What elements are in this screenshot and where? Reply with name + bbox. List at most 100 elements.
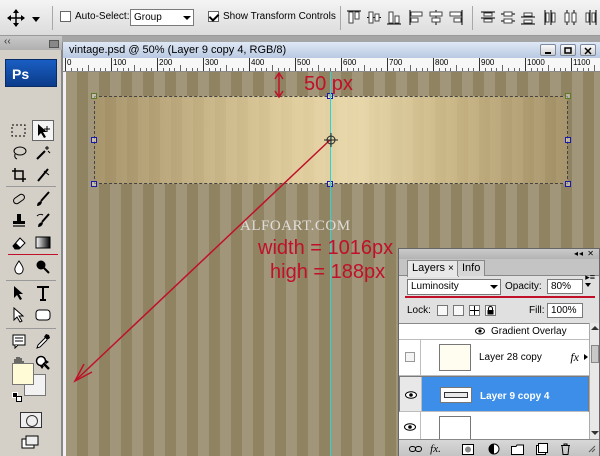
minimize-button[interactable] — [540, 44, 556, 56]
tools-panel-header[interactable] — [0, 36, 62, 50]
auto-select-mode-dropdown[interactable]: Group — [130, 9, 194, 26]
align-bottom-edges-button[interactable] — [386, 9, 402, 26]
ruler-minor-tick — [93, 68, 95, 71]
healing-brush-tool[interactable] — [8, 188, 30, 209]
auto-select-checkbox[interactable] — [60, 11, 71, 22]
transform-bounding-box[interactable] — [94, 96, 568, 184]
collapse-icon[interactable]: ◂◂ ✕ — [574, 249, 595, 258]
panel-menu-icon[interactable]: ▸≡ — [585, 272, 595, 283]
scroll-up-icon[interactable] — [591, 324, 599, 332]
lock-transparency-icon[interactable] — [437, 305, 448, 316]
blend-mode-value: Luminosity — [411, 281, 459, 292]
scroll-down-icon[interactable] — [591, 429, 599, 437]
blend-mode-dropdown[interactable]: Luminosity — [407, 279, 501, 295]
marquee-tool[interactable] — [8, 120, 30, 141]
align-left-edges-button[interactable] — [408, 9, 424, 26]
eye-icon — [405, 390, 417, 405]
add-mask-icon[interactable] — [461, 443, 474, 455]
fill-field[interactable]: 100% — [547, 303, 583, 318]
eye-icon[interactable] — [475, 326, 485, 339]
move-tool-preset-picker[interactable] — [6, 7, 46, 29]
move-tool[interactable] — [32, 120, 54, 141]
document-title-bar[interactable]: vintage.psd @ 50% (Layer 9 copy 4, RGB/8… — [63, 42, 600, 58]
screen-mode-button[interactable] — [20, 434, 42, 450]
close-button[interactable] — [580, 44, 596, 56]
eraser-tool[interactable] — [8, 232, 30, 253]
transform-handle-top-right[interactable] — [565, 93, 571, 99]
move-tool-icon — [7, 9, 40, 27]
direct-selection-tool[interactable] — [8, 304, 30, 325]
layer-row[interactable]: Layer 28 copy fx — [399, 340, 589, 376]
distribute-bottom-button[interactable] — [520, 9, 536, 26]
ruler-minor-tick — [151, 68, 153, 71]
align-top-edges-button[interactable] — [346, 9, 362, 26]
type-tool[interactable] — [32, 282, 54, 303]
notes-tool[interactable] — [8, 330, 30, 351]
blur-tool[interactable] — [8, 256, 30, 277]
gradient-tool[interactable] — [32, 232, 54, 253]
tab-layers[interactable]: Layers × — [407, 260, 459, 277]
crop-tool[interactable] — [8, 164, 30, 185]
highlight-line — [8, 254, 58, 255]
lasso-tool[interactable] — [8, 142, 30, 163]
distribute-horizontal-centers-button[interactable] — [562, 9, 578, 26]
foreground-color-swatch[interactable] — [12, 363, 34, 385]
distribute-vertical-centers-button[interactable] — [500, 9, 516, 26]
scrollbar-thumb[interactable] — [591, 345, 599, 363]
transform-handle-bottom-right[interactable] — [565, 181, 571, 187]
eyedropper-tool[interactable] — [32, 330, 54, 351]
ruler-minor-tick — [513, 68, 515, 71]
ruler-minor-tick — [375, 68, 377, 71]
history-brush-tool[interactable] — [32, 210, 54, 231]
visibility-toggle[interactable] — [400, 377, 422, 411]
maximize-button[interactable] — [560, 44, 576, 56]
separator — [6, 328, 56, 329]
panel-header-grip[interactable]: ◂◂ ✕ — [399, 249, 599, 259]
quick-mask-button[interactable] — [20, 412, 42, 428]
lock-all-icon[interactable] — [485, 305, 496, 316]
opacity-field[interactable]: 80% — [547, 279, 583, 294]
brush-tool[interactable] — [32, 188, 54, 209]
lock-image-icon[interactable] — [453, 305, 464, 316]
resize-grip-icon[interactable] — [585, 443, 598, 455]
lock-position-icon[interactable] — [469, 305, 480, 316]
transform-handle-bottom-left[interactable] — [91, 181, 97, 187]
layer-row-selected[interactable]: Layer 9 copy 4 — [399, 376, 589, 412]
show-transform-controls-checkbox[interactable] — [208, 11, 219, 22]
tab-info[interactable]: Info — [457, 260, 486, 276]
magic-wand-tool[interactable] — [32, 142, 54, 163]
clone-stamp-tool[interactable] — [8, 210, 30, 231]
link-layers-icon[interactable] — [409, 443, 422, 455]
delete-layer-icon[interactable] — [559, 443, 572, 455]
distribute-right-button[interactable] — [582, 9, 598, 26]
opacity-slider-arrow-icon[interactable] — [585, 283, 591, 287]
layer-effect-row[interactable]: Gradient Overlay — [399, 324, 589, 340]
fx-icon[interactable]: fx — [570, 350, 579, 365]
transform-handle-middle-left[interactable] — [91, 137, 97, 143]
layer-row[interactable] — [399, 412, 589, 439]
new-group-icon[interactable] — [511, 443, 524, 455]
visibility-toggle[interactable] — [399, 412, 421, 439]
align-vertical-centers-button[interactable] — [366, 9, 382, 26]
close-icon[interactable]: × — [448, 263, 454, 274]
dodge-tool[interactable] — [32, 256, 54, 277]
transform-handle-top-left[interactable] — [91, 93, 97, 99]
layers-scrollbar[interactable] — [589, 323, 599, 439]
distribute-top-button[interactable] — [480, 9, 496, 26]
slice-tool[interactable] — [32, 164, 54, 185]
align-horizontal-centers-button[interactable] — [428, 9, 444, 26]
add-style-icon[interactable]: fx. — [429, 443, 442, 455]
adjustment-layer-icon[interactable] — [487, 443, 500, 455]
shape-tool[interactable] — [32, 304, 54, 325]
visibility-toggle[interactable] — [399, 340, 421, 375]
distribute-left-button[interactable] — [542, 9, 558, 26]
align-right-edges-button[interactable] — [448, 9, 464, 26]
new-layer-icon[interactable] — [535, 443, 548, 455]
auto-select-label: Auto-Select: — [75, 11, 130, 22]
swap-colors-icon[interactable] — [40, 360, 50, 373]
visibility-toggle[interactable] — [399, 324, 421, 339]
expand-effects-icon[interactable] — [584, 354, 588, 360]
horizontal-ruler[interactable]: 0 100 200 300 400 500 600 700 800 900 1000 1100 — [63, 58, 600, 72]
path-selection-tool[interactable] — [8, 282, 30, 303]
transform-handle-middle-right[interactable] — [565, 137, 571, 143]
